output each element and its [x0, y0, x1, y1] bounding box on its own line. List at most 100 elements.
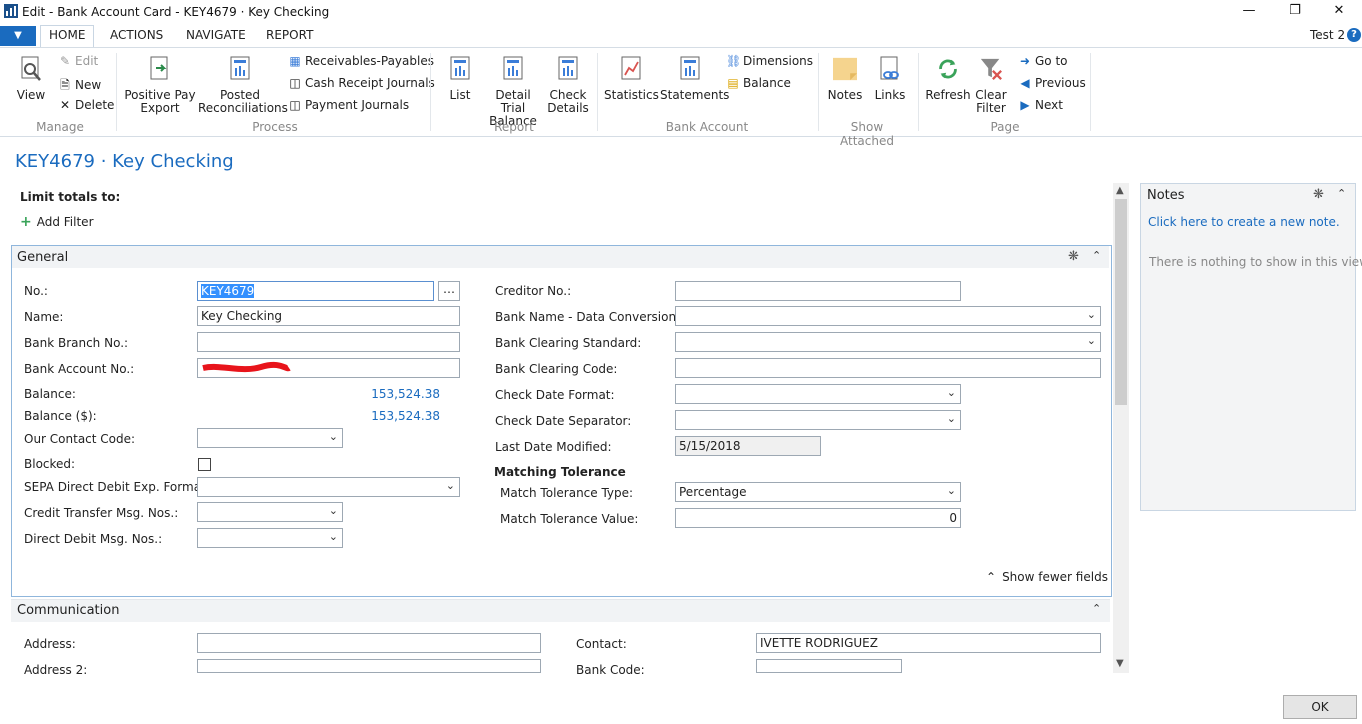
- window-title: Edit - Bank Account Card - KEY4679 · Key…: [22, 5, 330, 19]
- list-button[interactable]: List: [442, 56, 478, 102]
- chevron-up-icon[interactable]: ⌃: [1092, 602, 1101, 615]
- clearing-standard-label: Bank Clearing Standard:: [495, 336, 642, 350]
- chevron-up-icon: ⌃: [986, 570, 997, 584]
- page-title: KEY4679 · Key Checking: [15, 151, 234, 172]
- ok-button[interactable]: OK: [1283, 695, 1357, 719]
- check-date-format-select[interactable]: ⌄: [675, 384, 961, 404]
- cash-receipt-journals-button[interactable]: ◫ Cash Receipt Journals: [288, 76, 434, 90]
- report-icon: [450, 56, 470, 80]
- view-button[interactable]: View: [14, 56, 48, 102]
- communication-title: Communication: [17, 603, 120, 618]
- address2-label: Address 2:: [24, 663, 88, 677]
- no-field[interactable]: KEY4679: [197, 281, 434, 301]
- contact-field[interactable]: IVETTE RODRIGUEZ: [756, 633, 1101, 653]
- arrow-right-icon: ➜: [1019, 54, 1031, 68]
- view-icon: [21, 56, 41, 81]
- check-date-separator-select[interactable]: ⌄: [675, 410, 961, 430]
- chevron-down-icon: ⌄: [1086, 308, 1096, 321]
- minimize-button[interactable]: —: [1226, 0, 1272, 24]
- new-button[interactable]: 🗎 New: [58, 76, 101, 97]
- name-field[interactable]: Key Checking: [197, 306, 460, 326]
- no-lookup-button[interactable]: …: [438, 281, 460, 301]
- address-field[interactable]: [197, 633, 541, 653]
- our-contact-code-label: Our Contact Code:: [24, 432, 136, 446]
- our-contact-code-select[interactable]: ⌄: [197, 428, 343, 448]
- general-header[interactable]: [12, 246, 1109, 268]
- chevron-down-icon: ⌄: [946, 386, 956, 399]
- clear-filter-icon: [980, 58, 1002, 80]
- restore-button[interactable]: ❐: [1272, 0, 1318, 24]
- grid-icon: ▦: [289, 54, 301, 68]
- scroll-thumb[interactable]: [1115, 199, 1127, 405]
- previous-button[interactable]: ◀ Previous: [1018, 76, 1085, 90]
- bank-name-conversion-select[interactable]: ⌄: [675, 306, 1101, 326]
- dimensions-button[interactable]: ⛓ Dimensions: [726, 54, 813, 68]
- communication-header[interactable]: [11, 599, 1110, 622]
- refresh-button[interactable]: Refresh: [924, 56, 972, 102]
- blocked-checkbox[interactable]: [198, 458, 211, 471]
- balance-usd-value[interactable]: 153,524.38: [340, 409, 440, 423]
- next-button[interactable]: ▶ Next: [1018, 98, 1063, 112]
- check-details-button[interactable]: Check Details: [546, 56, 590, 115]
- clearing-standard-select[interactable]: ⌄: [675, 332, 1101, 352]
- payment-journals-button[interactable]: ◫ Payment Journals: [288, 98, 409, 112]
- tab-report[interactable]: REPORT: [266, 28, 313, 46]
- last-date-modified-label: Last Date Modified:: [495, 440, 612, 454]
- receivables-payables-button[interactable]: ▦ Receivables-Payables: [288, 54, 434, 68]
- scroll-up-icon[interactable]: ▲: [1116, 185, 1124, 196]
- vertical-scrollbar[interactable]: ▲ ▼: [1113, 183, 1129, 673]
- bank-account-field[interactable]: [197, 358, 460, 378]
- check-date-format-label: Check Date Format:: [495, 388, 615, 402]
- contact-label: Contact:: [576, 637, 627, 651]
- delete-button[interactable]: ✕ Delete: [58, 98, 114, 112]
- tab-navigate[interactable]: NAVIGATE: [186, 28, 246, 46]
- chevron-down-icon: ⌄: [328, 504, 338, 517]
- tab-actions[interactable]: ACTIONS: [110, 28, 163, 46]
- posted-reconciliations-button[interactable]: Posted Reconciliations: [198, 56, 288, 115]
- statistics-icon: [621, 56, 641, 80]
- links-button[interactable]: Links: [870, 56, 910, 102]
- credit-transfer-select[interactable]: ⌄: [197, 502, 343, 522]
- direct-debit-select[interactable]: ⌄: [197, 528, 343, 548]
- gear-icon[interactable]: ❋: [1068, 249, 1079, 264]
- file-menu-button[interactable]: ▼: [0, 26, 36, 46]
- scroll-down-icon[interactable]: ▼: [1116, 658, 1124, 669]
- match-tolerance-type-select[interactable]: Percentage ⌄: [675, 482, 961, 502]
- help-icon[interactable]: ?: [1347, 28, 1361, 42]
- report-icon: [230, 56, 250, 80]
- add-filter-button[interactable]: + Add Filter: [20, 214, 94, 230]
- matching-tolerance-heading: Matching Tolerance: [494, 465, 626, 479]
- match-tolerance-value-field[interactable]: 0: [675, 508, 961, 528]
- close-button[interactable]: ✕: [1316, 0, 1362, 24]
- previous-icon: ◀: [1020, 76, 1030, 90]
- clearing-code-label: Bank Clearing Code:: [495, 362, 618, 376]
- clear-filter-button[interactable]: Clear Filter: [972, 56, 1010, 115]
- chevron-up-icon[interactable]: ⌃: [1092, 249, 1101, 262]
- edit-button[interactable]: ✎ Edit: [58, 54, 98, 68]
- go-to-button[interactable]: ➜ Go to: [1018, 54, 1068, 68]
- chevron-down-icon: ⌄: [328, 530, 338, 543]
- statements-button[interactable]: Statements: [660, 56, 729, 102]
- create-note-link[interactable]: Click here to create a new note.: [1148, 215, 1340, 229]
- notes-empty-text: There is nothing to show in this view.: [1149, 255, 1362, 269]
- show-fewer-fields-button[interactable]: ⌃ Show fewer fields: [986, 570, 1108, 584]
- dimensions-icon: ⛓: [726, 54, 742, 68]
- notes-button[interactable]: Notes: [826, 56, 864, 102]
- positive-pay-export-button[interactable]: Positive Pay Export: [124, 56, 196, 115]
- clearing-code-field[interactable]: [675, 358, 1101, 378]
- address2-field[interactable]: [197, 659, 541, 673]
- bank-branch-label: Bank Branch No.:: [24, 336, 129, 350]
- chevron-up-icon[interactable]: ⌃: [1337, 187, 1346, 200]
- gear-icon[interactable]: ❋: [1313, 187, 1324, 202]
- statistics-button[interactable]: Statistics: [604, 56, 659, 102]
- bank-code-field[interactable]: [756, 659, 902, 673]
- sepa-format-select[interactable]: ⌄: [197, 477, 460, 497]
- bank-code-label: Bank Code:: [576, 663, 645, 677]
- chevron-down-icon: ⌄: [445, 479, 455, 492]
- detail-trial-balance-button[interactable]: Detail Trial Balance: [482, 56, 544, 128]
- balance-button[interactable]: ▤ Balance: [726, 76, 791, 90]
- bank-branch-field[interactable]: [197, 332, 460, 352]
- match-tolerance-type-label: Match Tolerance Type:: [500, 486, 634, 500]
- creditor-no-field[interactable]: [675, 281, 961, 301]
- balance-value[interactable]: 153,524.38: [340, 387, 440, 401]
